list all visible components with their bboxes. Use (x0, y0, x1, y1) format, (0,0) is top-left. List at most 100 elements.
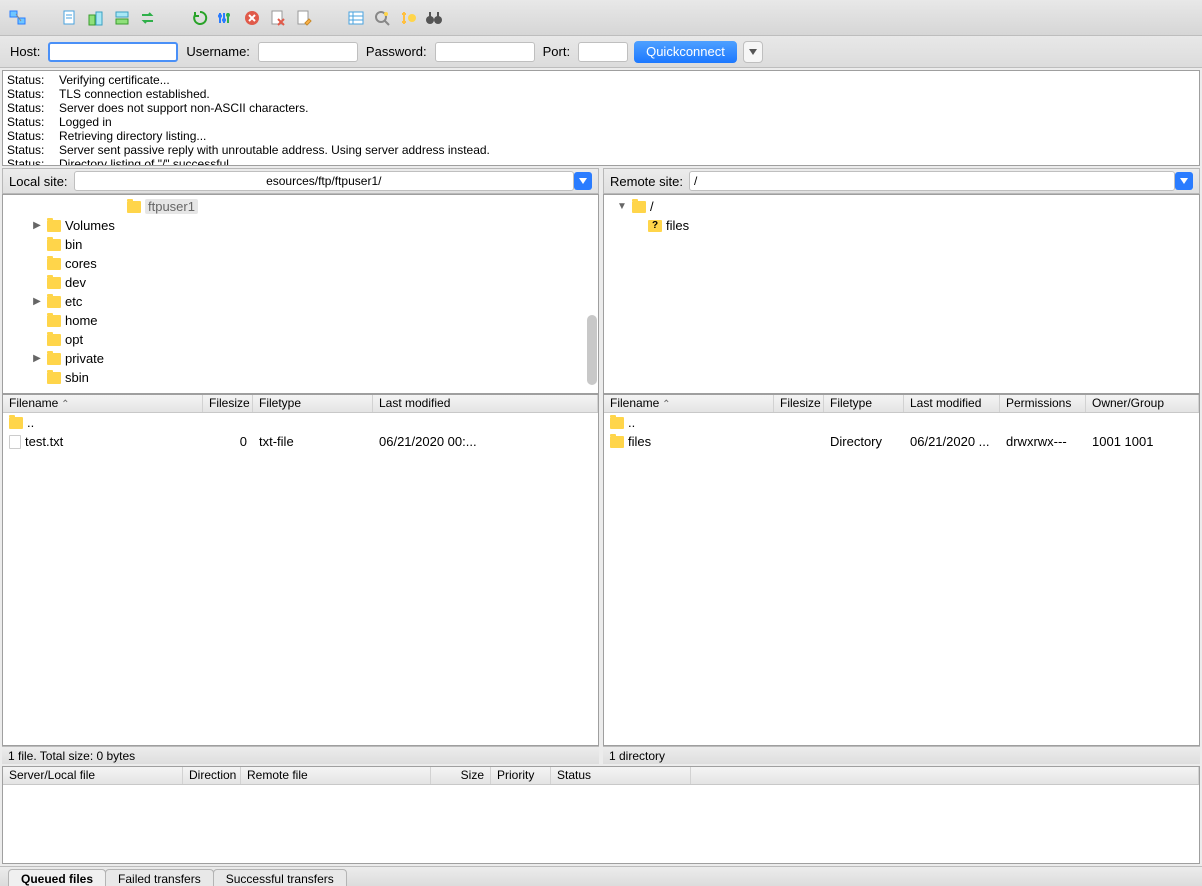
tree-label: opt (65, 332, 83, 347)
tree-label: files (666, 218, 689, 233)
list-icon[interactable] (346, 8, 366, 28)
local-path-input[interactable] (74, 171, 574, 191)
list-item[interactable]: .. (604, 413, 1199, 432)
col-filename[interactable]: Filename (604, 395, 774, 412)
expand-caret[interactable]: ▶ (31, 353, 43, 364)
queue-header: Server/Local file Direction Remote file … (3, 767, 1199, 785)
col-owner[interactable]: Owner/Group (1086, 395, 1199, 412)
list-item[interactable]: filesDirectory06/21/2020 ...drwxrwx---10… (604, 432, 1199, 451)
doc-icon[interactable] (60, 8, 80, 28)
local-list-header: Filename Filesize Filetype Last modified (3, 395, 598, 413)
tree-item[interactable]: bin (3, 235, 598, 254)
expand-caret[interactable]: ▼ (616, 201, 628, 212)
expand-caret[interactable]: ▶ (31, 220, 43, 231)
log-prefix: Status: (7, 87, 53, 101)
log-message: Retrieving directory listing... (59, 129, 206, 143)
log-prefix: Status: (7, 157, 53, 166)
remote-path-input[interactable] (689, 171, 1175, 191)
col-status[interactable]: Status (551, 767, 691, 784)
remote-tree[interactable]: ▼/? files (603, 194, 1200, 394)
col-filesize[interactable]: Filesize (203, 395, 253, 412)
local-tree[interactable]: ftpuser1▶Volumesbin cores dev ▶ etc home opt ▶p… (2, 194, 599, 394)
folder-icon (127, 201, 141, 213)
username-input[interactable] (258, 42, 358, 62)
local-site-row: Local site: (2, 168, 599, 194)
folder-unknown-icon: ? (648, 220, 662, 232)
col-filesize[interactable]: Filesize (774, 395, 824, 412)
log-message: Logged in (59, 115, 112, 129)
remote-site-label: Remote site: (610, 174, 683, 189)
col-priority[interactable]: Priority (491, 767, 551, 784)
tab-successful[interactable]: Successful transfers (213, 869, 347, 886)
col-direction[interactable]: Direction (183, 767, 241, 784)
refresh-icon[interactable] (190, 8, 210, 28)
file-remove-icon[interactable] (268, 8, 288, 28)
remote-path-dropdown-icon[interactable] (1175, 172, 1193, 190)
search-icon[interactable] (372, 8, 392, 28)
tree-label: etc (65, 294, 82, 309)
username-label: Username: (184, 44, 252, 59)
tab-failed[interactable]: Failed transfers (105, 869, 214, 886)
col-remote[interactable]: Remote file (241, 767, 431, 784)
compare-icon[interactable] (398, 8, 418, 28)
tree-item[interactable]: cores (3, 254, 598, 273)
tree-item[interactable]: ftpuser1 (3, 197, 598, 216)
local-pane: Local site: ftpuser1▶Volumesbin cores dev ▶… (2, 168, 599, 764)
folder-icon (9, 417, 23, 429)
tree-item[interactable]: ▼/ (604, 197, 1199, 216)
local-file-list[interactable]: Filename Filesize Filetype Last modified… (2, 394, 599, 746)
tree-item[interactable]: opt (3, 330, 598, 349)
tree-item[interactable]: ▶private (3, 349, 598, 368)
col-filetype[interactable]: Filetype (824, 395, 904, 412)
queue-tabs: Queued files Failed transfers Successful… (0, 866, 1202, 886)
folder-icon (47, 258, 61, 270)
tree-item[interactable]: home (3, 311, 598, 330)
remote-status: 1 directory (603, 746, 1200, 764)
col-lastmod[interactable]: Last modified (904, 395, 1000, 412)
col-size[interactable]: Size (431, 767, 491, 784)
col-permissions[interactable]: Permissions (1000, 395, 1086, 412)
folder-icon (47, 372, 61, 384)
host-label: Host: (8, 44, 42, 59)
log-message: Server does not support non-ASCII charac… (59, 101, 308, 115)
port-input[interactable] (578, 42, 628, 62)
filter-icon[interactable] (216, 8, 236, 28)
queue-body[interactable] (3, 785, 1199, 863)
folder-icon (610, 436, 624, 448)
tree-item[interactable]: ▶ etc (3, 292, 598, 311)
folder-icon (47, 277, 61, 289)
log-message: Server sent passive reply with unroutabl… (59, 143, 490, 157)
tree-item[interactable]: sbin (3, 368, 598, 387)
tree-item[interactable]: ▶Volumes (3, 216, 598, 235)
folder-icon (47, 315, 61, 327)
col-filetype[interactable]: Filetype (253, 395, 373, 412)
list-item[interactable]: test.txt0txt-file06/21/2020 00:... (3, 432, 598, 451)
tree-label: dev (65, 275, 86, 290)
file-edit-icon[interactable] (294, 8, 314, 28)
quickconnect-button[interactable]: Quickconnect (634, 41, 737, 63)
col-server[interactable]: Server/Local file (3, 767, 183, 784)
message-log[interactable]: Status:Verifying certificate...Status:TL… (2, 70, 1200, 166)
tree-label: cores (65, 256, 97, 271)
binoculars-icon[interactable] (424, 8, 444, 28)
expand-caret[interactable]: ▶ (31, 296, 43, 307)
col-lastmod[interactable]: Last modified (373, 395, 598, 412)
folder-icon (47, 239, 61, 251)
site-manager-icon[interactable] (8, 8, 28, 28)
col-filename[interactable]: Filename (3, 395, 203, 412)
scrollbar-thumb[interactable] (587, 315, 597, 385)
tab-queued[interactable]: Queued files (8, 869, 106, 886)
transfer-queue: Server/Local file Direction Remote file … (2, 766, 1200, 864)
cancel-icon[interactable] (242, 8, 262, 28)
tree-item[interactable]: ? files (604, 216, 1199, 235)
local-path-dropdown-icon[interactable] (574, 172, 592, 190)
password-input[interactable] (435, 42, 535, 62)
list-item[interactable]: .. (3, 413, 598, 432)
host-input[interactable] (48, 42, 178, 62)
tree-item[interactable]: dev (3, 273, 598, 292)
swap-icon[interactable] (138, 8, 158, 28)
split-v-icon[interactable] (86, 8, 106, 28)
remote-file-list[interactable]: Filename Filesize Filetype Last modified… (603, 394, 1200, 746)
quickconnect-history-dropdown[interactable] (743, 41, 763, 63)
split-h-icon[interactable] (112, 8, 132, 28)
